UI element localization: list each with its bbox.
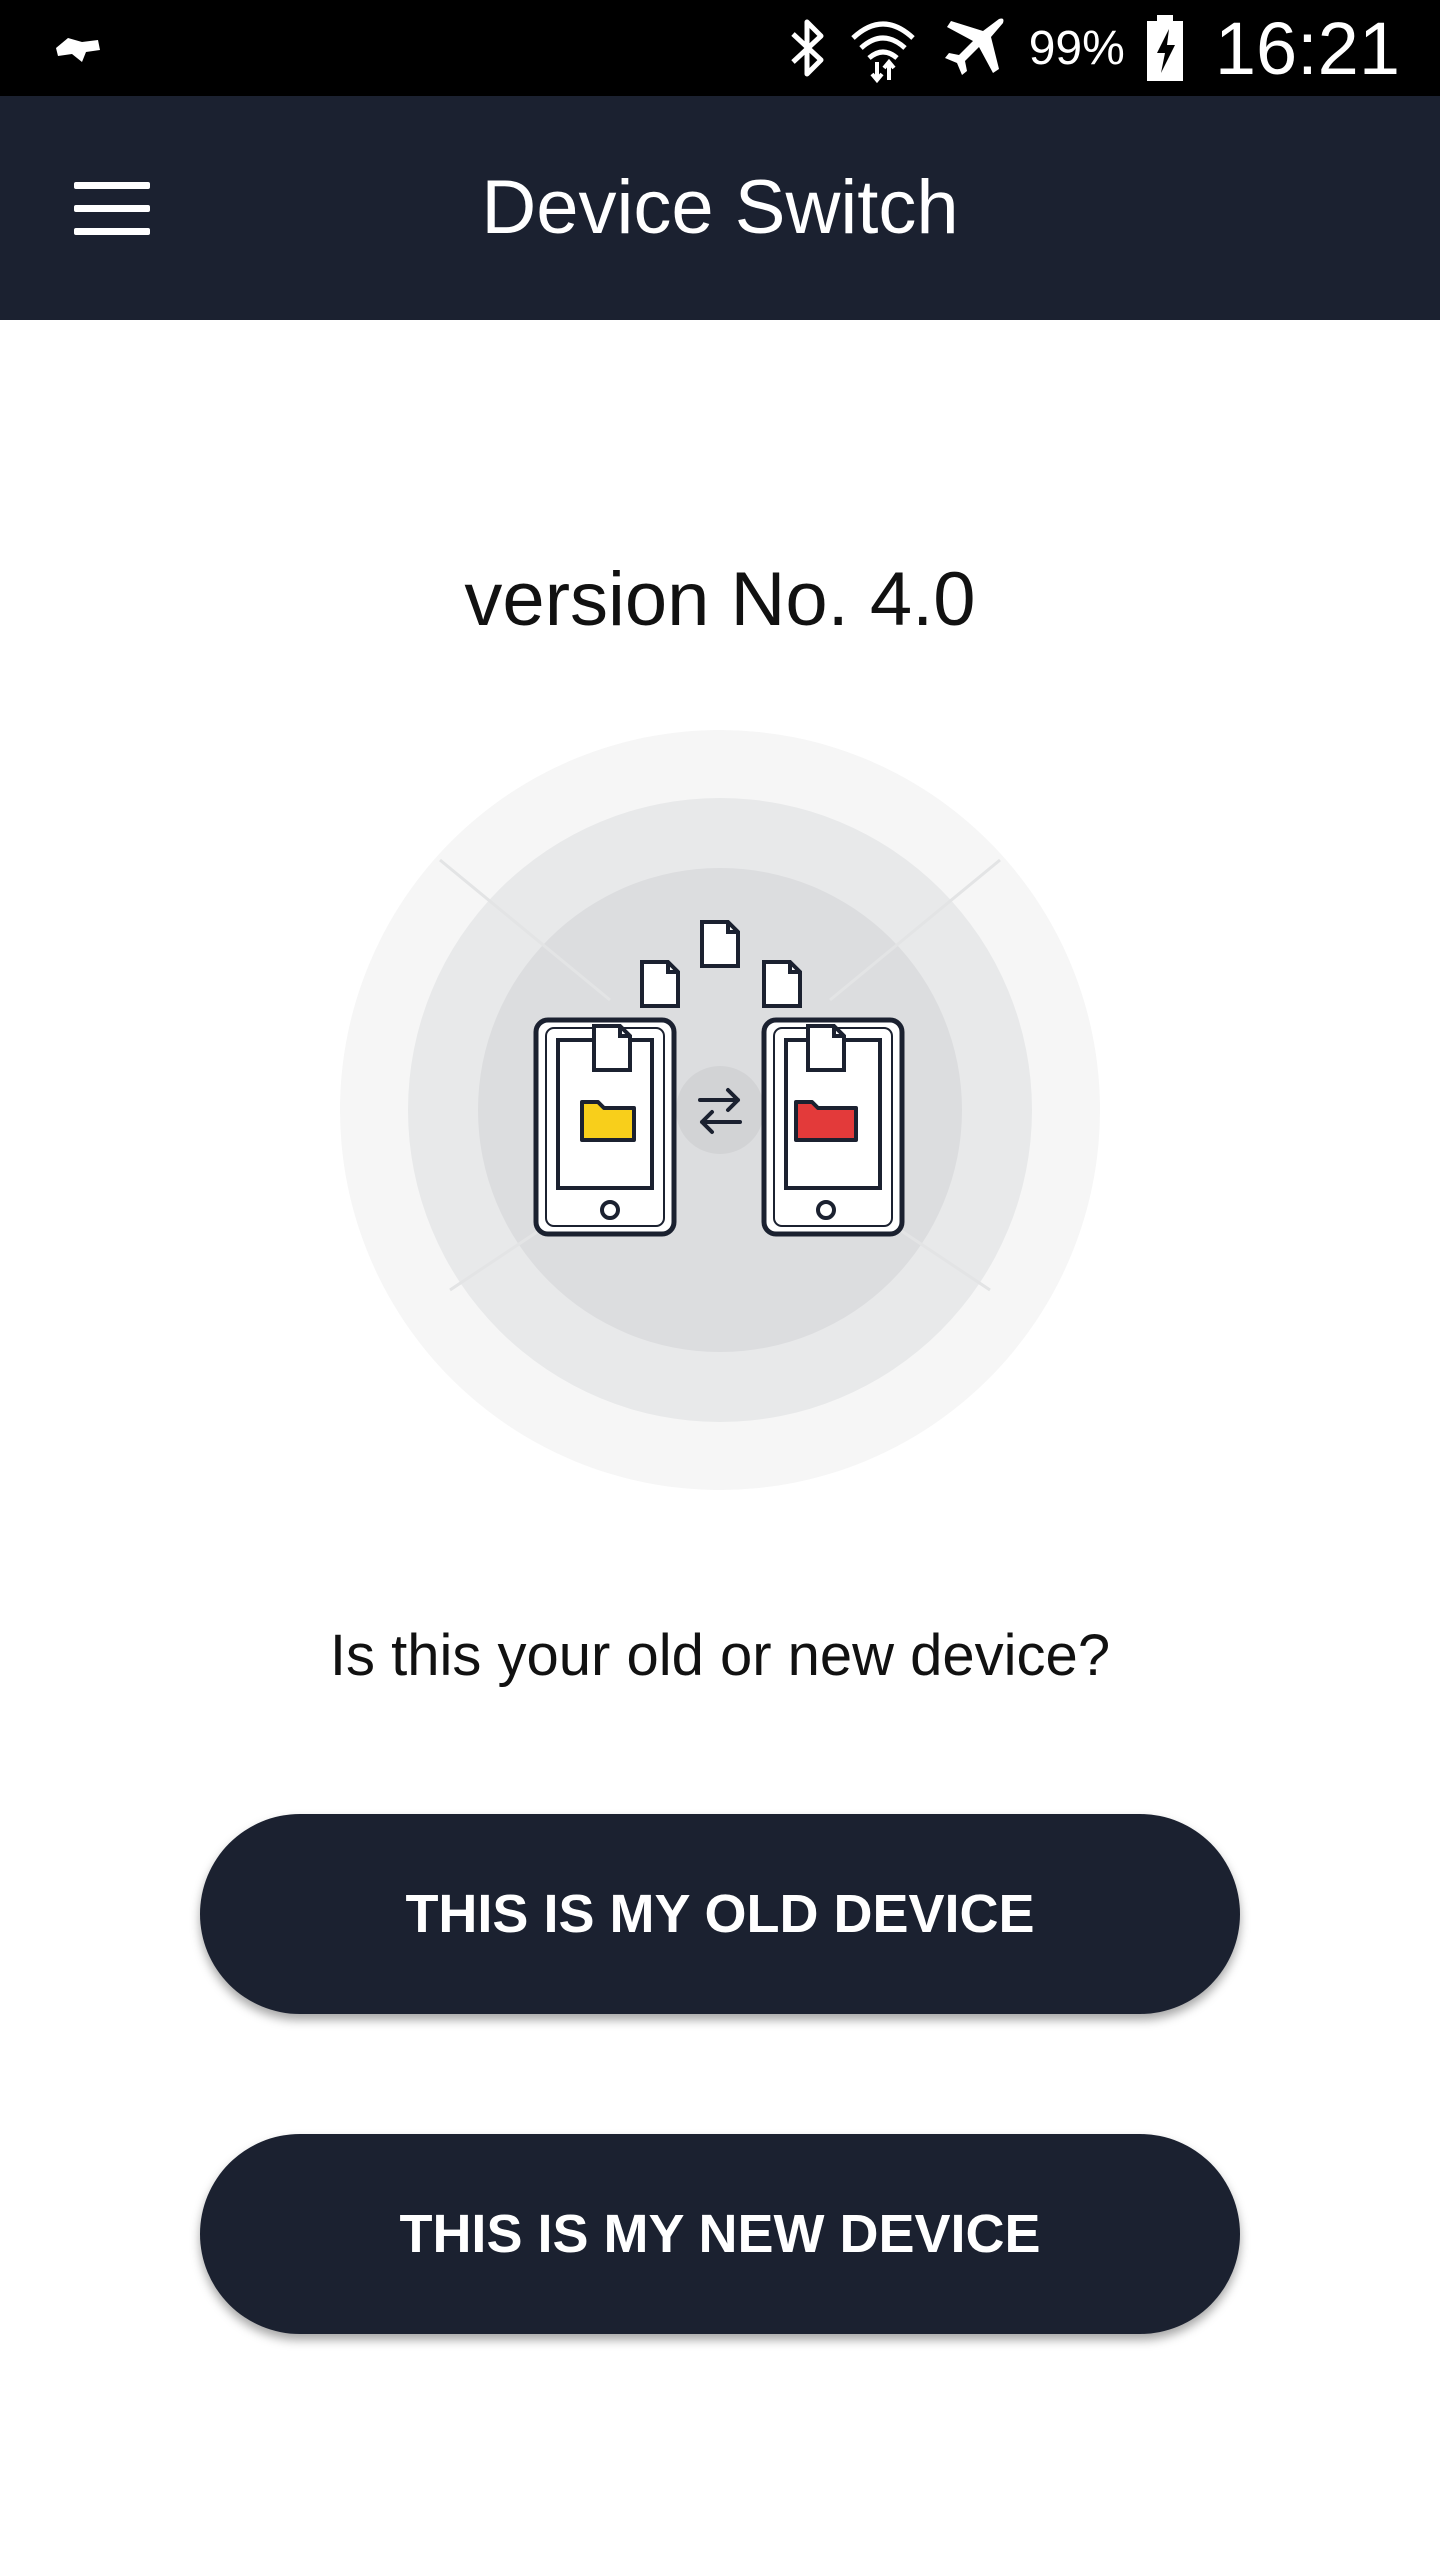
phone-icon-right <box>761 1017 905 1237</box>
status-icons: 99% 16:21 <box>787 0 1400 96</box>
document-icon <box>640 960 680 1008</box>
app-bar: Device Switch <box>0 96 1440 320</box>
bluetooth-icon <box>791 19 824 77</box>
battery-percent: 99% <box>1028 21 1125 75</box>
version-label: version No. 4.0 <box>464 557 976 642</box>
device-question: Is this your old or new device? <box>329 1623 1111 1688</box>
document-icon <box>700 920 740 968</box>
document-icon <box>806 1024 846 1072</box>
notification-icon <box>56 38 100 62</box>
folder-icon <box>580 1100 636 1142</box>
clock: 16:21 <box>1214 6 1400 90</box>
status-bar: 99% 16:21 <box>0 0 1440 96</box>
folder-icon <box>794 1100 858 1142</box>
app-title: Device Switch <box>481 165 959 250</box>
document-icon <box>762 960 802 1008</box>
center-circle <box>676 1066 764 1154</box>
airplane-mode-icon <box>944 18 1004 75</box>
document-icon <box>592 1024 632 1072</box>
phone-icon-left <box>533 1017 677 1237</box>
new-device-button[interactable]: THIS IS MY NEW DEVICE <box>200 2134 1240 2334</box>
wifi-icon <box>851 21 915 84</box>
old-device-button[interactable]: THIS IS MY OLD DEVICE <box>200 1814 1240 2014</box>
device-switch-illustration <box>340 730 1100 1490</box>
battery-charging-icon <box>1146 15 1183 81</box>
